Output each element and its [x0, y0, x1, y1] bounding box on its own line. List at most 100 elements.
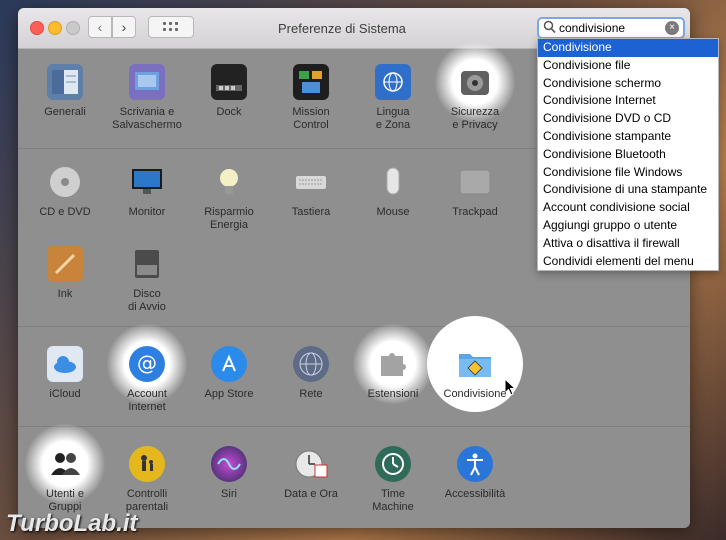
pane-label: Estensioni — [367, 388, 419, 400]
pane-rete[interactable]: Rete — [270, 346, 352, 401]
mission-control-icon — [293, 64, 329, 100]
flag-icon — [375, 64, 411, 100]
pane-label: Dock — [216, 106, 242, 118]
pane-data-ora[interactable]: Data e Ora — [270, 446, 352, 501]
pane-label: Siri — [221, 488, 237, 500]
pane-label: Scrivania e Salvaschermo — [112, 106, 182, 131]
close-window-button[interactable] — [30, 21, 44, 35]
pane-label: Trackpad — [452, 206, 498, 218]
pane-label: Rete — [299, 388, 323, 400]
mouse-icon — [375, 164, 411, 200]
clear-search-icon[interactable]: × — [665, 21, 679, 35]
suggestion-item[interactable]: Attiva o disattiva il firewall — [538, 235, 718, 253]
pane-label: Generali — [44, 106, 86, 118]
suggestion-item[interactable]: Condivisione file Windows — [538, 164, 718, 182]
pane-label: Ink — [57, 288, 73, 300]
pane-label: Disco di Avvio — [128, 288, 166, 313]
show-all-grid-button[interactable] — [148, 16, 194, 38]
puzzle-icon — [375, 346, 411, 382]
search-field[interactable]: × — [537, 17, 685, 39]
pane-label: Monitor — [128, 206, 166, 218]
pane-label: Lingua e Zona — [375, 106, 411, 131]
pane-lingua[interactable]: Lingua e Zona — [352, 64, 434, 132]
pane-label: Sicurezza e Privacy — [450, 106, 500, 131]
parental-icon — [129, 446, 165, 482]
window-title: Preferenze di Sistema — [278, 21, 406, 36]
pane-cd-dvd[interactable]: CD e DVD — [24, 164, 106, 219]
pane-utenti-gruppi[interactable]: Utenti e Gruppi — [24, 424, 106, 514]
time-machine-icon — [375, 446, 411, 482]
pane-generali[interactable]: Generali — [24, 64, 106, 119]
pane-accessibilita[interactable]: Accessibilità — [434, 446, 516, 501]
zoom-window-button[interactable] — [66, 21, 80, 35]
pane-label: Controlli parentali — [125, 488, 169, 513]
pane-estensioni[interactable]: Estensioni — [352, 324, 434, 404]
app-store-icon — [211, 346, 247, 382]
pane-account-internet[interactable]: @ Account Internet — [106, 324, 188, 414]
pane-trackpad[interactable]: Trackpad — [434, 164, 516, 219]
search-icon — [543, 20, 556, 34]
bulb-icon — [211, 164, 247, 200]
pane-sicurezza[interactable]: Sicurezza e Privacy — [434, 42, 516, 132]
desktop-icon — [129, 64, 165, 100]
pane-label: Utenti e Gruppi — [46, 488, 84, 513]
pane-controlli-parentali[interactable]: Controlli parentali — [106, 446, 188, 514]
pane-icloud[interactable]: iCloud — [24, 346, 106, 401]
pane-label: Account Internet — [127, 388, 167, 413]
clock-calendar-icon — [293, 446, 329, 482]
pane-risparmio[interactable]: Risparmio Energia — [188, 164, 270, 232]
pane-disco-avvio[interactable]: Disco di Avvio — [106, 246, 188, 314]
svg-text:@: @ — [137, 351, 157, 375]
pane-mouse[interactable]: Mouse — [352, 164, 434, 219]
suggestion-item[interactable]: Condivisione Bluetooth — [538, 146, 718, 164]
pane-label: Data e Ora — [284, 488, 338, 500]
suggestion-item[interactable]: Condivisione Internet — [538, 92, 718, 110]
keyboard-icon — [293, 164, 329, 200]
suggestion-item[interactable]: Condivisione DVD o CD — [538, 110, 718, 128]
pane-dock[interactable]: Dock — [188, 64, 270, 119]
pane-mission-control[interactable]: Mission Control — [270, 64, 352, 132]
ink-icon — [47, 246, 83, 282]
minimize-window-button[interactable] — [48, 21, 62, 35]
watermark-logo: TurboLab.it — [6, 510, 138, 537]
pane-label: CD e DVD — [39, 206, 91, 218]
suggestion-item[interactable]: Aggiungi gruppo o utente — [538, 217, 718, 235]
search-suggestions-dropdown: Condivisione Condivisione file Condivisi… — [537, 38, 719, 272]
section-divider — [18, 426, 690, 427]
back-button[interactable]: ‹ — [88, 16, 112, 38]
pane-scrivania[interactable]: Scrivania e Salvaschermo — [106, 64, 188, 132]
network-icon — [293, 346, 329, 382]
pane-monitor[interactable]: Monitor — [106, 164, 188, 219]
pane-time-machine[interactable]: Time Machine — [352, 446, 434, 514]
pane-label: Time Machine — [372, 488, 414, 513]
suggestion-item[interactable]: Condivisione schermo — [538, 75, 718, 93]
pane-condivisione[interactable]: Condivisione — [427, 316, 523, 412]
pane-label: Condivisione — [443, 388, 507, 400]
pane-app-store[interactable]: App Store — [188, 346, 270, 401]
section-divider — [18, 326, 690, 327]
suggestion-item[interactable]: Condividi elementi del menu — [538, 253, 718, 271]
suggestion-item[interactable]: Condivisione file — [538, 57, 718, 75]
forward-button[interactable]: › — [112, 16, 136, 38]
security-icon — [457, 64, 493, 100]
pane-siri[interactable]: Siri — [188, 446, 270, 501]
general-icon — [47, 64, 83, 100]
suggestion-item[interactable]: Account condivisione social — [538, 199, 718, 217]
pane-label: Tastiera — [291, 206, 331, 218]
siri-icon — [211, 446, 247, 482]
suggestion-item[interactable]: Condivisione stampante — [538, 128, 718, 146]
pane-label: Accessibilità — [444, 488, 506, 500]
sharing-folder-icon — [457, 346, 493, 382]
pane-label: Mission Control — [292, 106, 330, 131]
trackpad-icon — [457, 164, 493, 200]
monitor-icon — [129, 164, 165, 200]
pane-ink[interactable]: Ink — [24, 246, 106, 301]
search-input[interactable] — [559, 19, 663, 37]
at-icon: @ — [129, 346, 165, 382]
disk-icon — [129, 246, 165, 282]
suggestion-item[interactable]: Condivisione di una stampante — [538, 181, 718, 199]
pane-tastiera[interactable]: Tastiera — [270, 164, 352, 219]
suggestion-item[interactable]: Condivisione — [538, 39, 718, 57]
pane-label: Mouse — [376, 206, 410, 218]
cloud-icon — [47, 346, 83, 382]
